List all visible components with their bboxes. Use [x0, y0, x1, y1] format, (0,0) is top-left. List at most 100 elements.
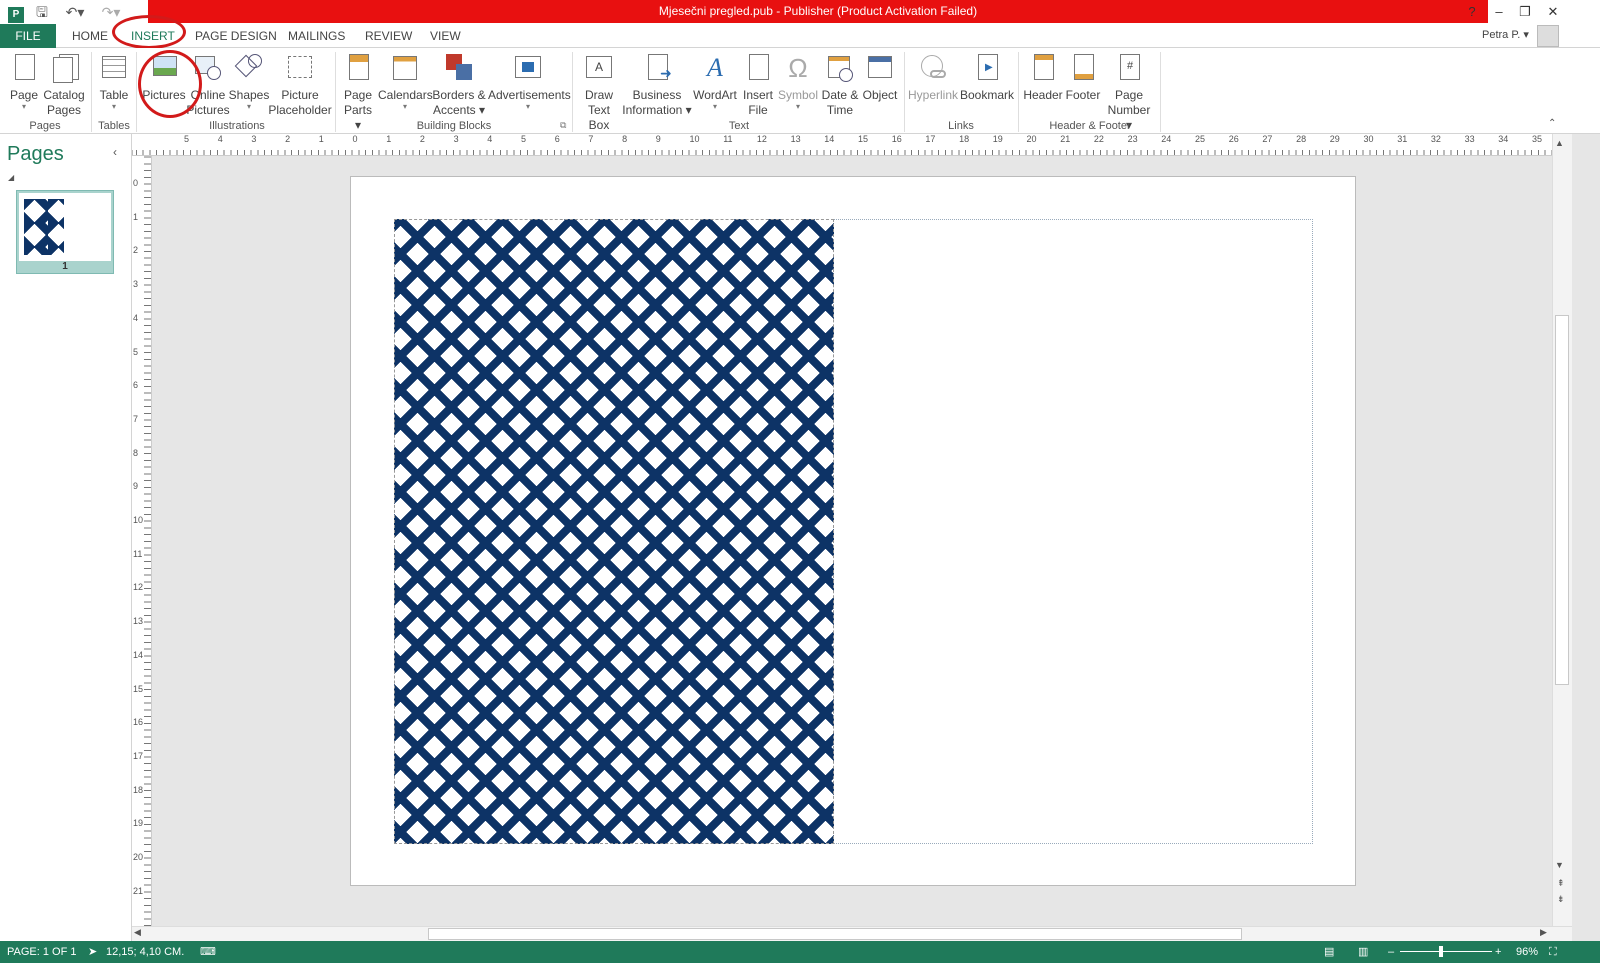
collapse-pane-icon[interactable]: ‹: [113, 145, 117, 159]
tab-review[interactable]: REVIEW: [363, 24, 414, 48]
tab-mailings[interactable]: MAILINGS: [286, 24, 347, 48]
ruler-label: 15: [858, 134, 869, 144]
borders-accents-button[interactable]: Borders & Accents ▾: [432, 52, 486, 118]
document-canvas[interactable]: [153, 156, 1552, 926]
picture-placeholder-button[interactable]: Picture Placeholder: [268, 52, 332, 118]
calendar-icon: [390, 52, 420, 84]
header-button[interactable]: Header: [1022, 52, 1064, 103]
page-thumbnail[interactable]: 1: [16, 190, 114, 274]
ruler-label: 29: [1329, 134, 1340, 144]
redo-icon[interactable]: ↷▾: [96, 2, 126, 22]
catalog-pages-button[interactable]: Catalog Pages: [42, 52, 86, 118]
tab-view[interactable]: VIEW: [428, 24, 463, 48]
collapse-ribbon-icon[interactable]: ⌃: [1548, 118, 1556, 129]
ruler-label: 16: [133, 717, 144, 728]
ruler-label: 16: [891, 134, 902, 144]
previous-page-icon[interactable]: ⇞: [1557, 878, 1565, 889]
wordart-icon: A: [707, 53, 723, 82]
date-time-button[interactable]: Date & Time: [820, 52, 860, 118]
zoom-in-icon[interactable]: +: [1495, 941, 1501, 963]
ruler-label: 3: [453, 134, 459, 144]
table-icon: [99, 52, 129, 84]
scroll-left-icon[interactable]: ◀: [134, 927, 141, 938]
insert-file-button[interactable]: Insert File: [740, 52, 776, 118]
object-button[interactable]: Object: [860, 52, 900, 103]
page-indicator[interactable]: PAGE: 1 OF 1: [7, 941, 77, 963]
minimize-icon[interactable]: –: [1486, 2, 1512, 22]
avatar[interactable]: [1537, 25, 1559, 47]
picture-placeholder-icon: [285, 52, 315, 84]
bookmark-button[interactable]: ▶ Bookmark: [960, 52, 1014, 103]
close-icon[interactable]: ✕: [1540, 2, 1566, 22]
ruler-label: 12: [756, 134, 767, 144]
ruler-label: 13: [790, 134, 801, 144]
zoom-slider[interactable]: [1400, 951, 1492, 952]
group-building-blocks-label: Building Blocks: [416, 120, 492, 132]
two-page-view-icon[interactable]: ▥: [1358, 941, 1368, 963]
publisher-app-icon[interactable]: P: [6, 2, 26, 23]
tab-home[interactable]: HOME: [70, 24, 110, 48]
ruler-label: 2: [133, 245, 139, 256]
ruler-label: 7: [588, 134, 594, 144]
business-information-icon: ➜: [642, 52, 672, 84]
ruler-label: 1: [133, 211, 139, 222]
zoom-out-icon[interactable]: –: [1388, 941, 1394, 963]
wordart-button[interactable]: A WordArt ▾: [692, 52, 738, 111]
horizontal-scroll-thumb[interactable]: [428, 928, 1242, 940]
scroll-down-icon[interactable]: ▼: [1555, 860, 1564, 870]
page-icon: [9, 52, 39, 84]
tab-page-design[interactable]: PAGE DESIGN: [193, 24, 279, 48]
cursor-arrow-icon: ➤: [88, 946, 98, 958]
scroll-up-icon[interactable]: ▲: [1555, 138, 1564, 148]
ruler-label: 31: [1397, 134, 1408, 144]
advertisements-button[interactable]: Advertisements ▾: [488, 52, 571, 111]
ruler-label: 8: [622, 134, 628, 144]
cursor-position: 12,15; 4,10 CM.: [106, 946, 185, 958]
ruler-label: 24: [1161, 134, 1172, 144]
ruler-label: 11: [133, 548, 143, 559]
symbol-button[interactable]: Ω Symbol ▾: [778, 52, 818, 111]
ruler-vertical: 0 1 2 3 4 5 6 7 8 9 10 11 12 13 14 15 16 17 18 19 20 21: [132, 156, 152, 926]
business-information-button[interactable]: ➜ Business Information ▾: [622, 52, 692, 118]
ruler-horizontal: 5 4 3 2 1 0 1 2 3 4 5 6 7 8 9 10 11 12 13 14 15 16 17 18 19 20 21 2…: [132, 134, 1572, 156]
table-button[interactable]: Table ▾: [96, 52, 132, 111]
save-icon[interactable]: 🖫: [32, 2, 52, 22]
thumbnail-image: [24, 199, 64, 255]
ruler-label: 5: [521, 134, 527, 144]
chevron-pattern-image[interactable]: [394, 219, 834, 844]
next-page-icon[interactable]: ⇟: [1557, 894, 1565, 905]
zoom-slider-thumb[interactable]: [1439, 946, 1443, 957]
bookmark-icon: ▶: [972, 52, 1002, 84]
publication-page[interactable]: [350, 176, 1356, 886]
restore-icon[interactable]: ❐: [1512, 2, 1538, 22]
ruler-label: 21: [133, 885, 144, 896]
group-text-label: Text: [728, 120, 750, 132]
vertical-scroll-thumb[interactable]: [1555, 315, 1569, 685]
zoom-level[interactable]: 96%: [1516, 941, 1538, 963]
dialog-launcher-icon[interactable]: ⧉: [560, 120, 566, 131]
ruler-label: 17: [925, 134, 936, 144]
fit-page-icon[interactable]: ⛶: [1549, 941, 1557, 963]
borders-accents-icon: [444, 52, 474, 84]
horizontal-scrollbar[interactable]: ◀ ▶: [132, 926, 1572, 941]
scroll-right-icon[interactable]: ▶: [1540, 927, 1547, 938]
shapes-button[interactable]: Shapes ▾: [228, 52, 270, 111]
ruler-label: 7: [133, 413, 139, 424]
group-header-footer-label: Header & Footer: [1049, 120, 1131, 132]
page-button[interactable]: Page ▾: [6, 52, 42, 111]
ruler-label: 28: [1296, 134, 1307, 144]
user-name[interactable]: Petra P. ▾: [1482, 28, 1529, 41]
calendars-button[interactable]: Calendars ▾: [378, 52, 433, 111]
page-parts-icon: [343, 52, 373, 84]
hyperlink-button[interactable]: Hyperlink: [908, 52, 958, 103]
ruler-label: 26: [1228, 134, 1239, 144]
undo-icon[interactable]: ↶▾: [60, 2, 90, 22]
help-icon[interactable]: ?: [1459, 2, 1485, 22]
vertical-scrollbar[interactable]: ▲ ▼ ⇞ ⇟: [1552, 134, 1572, 926]
footer-button[interactable]: Footer: [1064, 52, 1102, 103]
status-bar: PAGE: 1 OF 1 ➤ 12,15; 4,10 CM. ⌨ ▤ ▥ – +…: [0, 941, 1600, 963]
single-page-view-icon[interactable]: ▤: [1324, 941, 1334, 963]
ruler-label: 22: [1093, 134, 1104, 144]
ruler-label: 25: [1195, 134, 1206, 144]
tab-file[interactable]: FILE: [0, 24, 56, 48]
